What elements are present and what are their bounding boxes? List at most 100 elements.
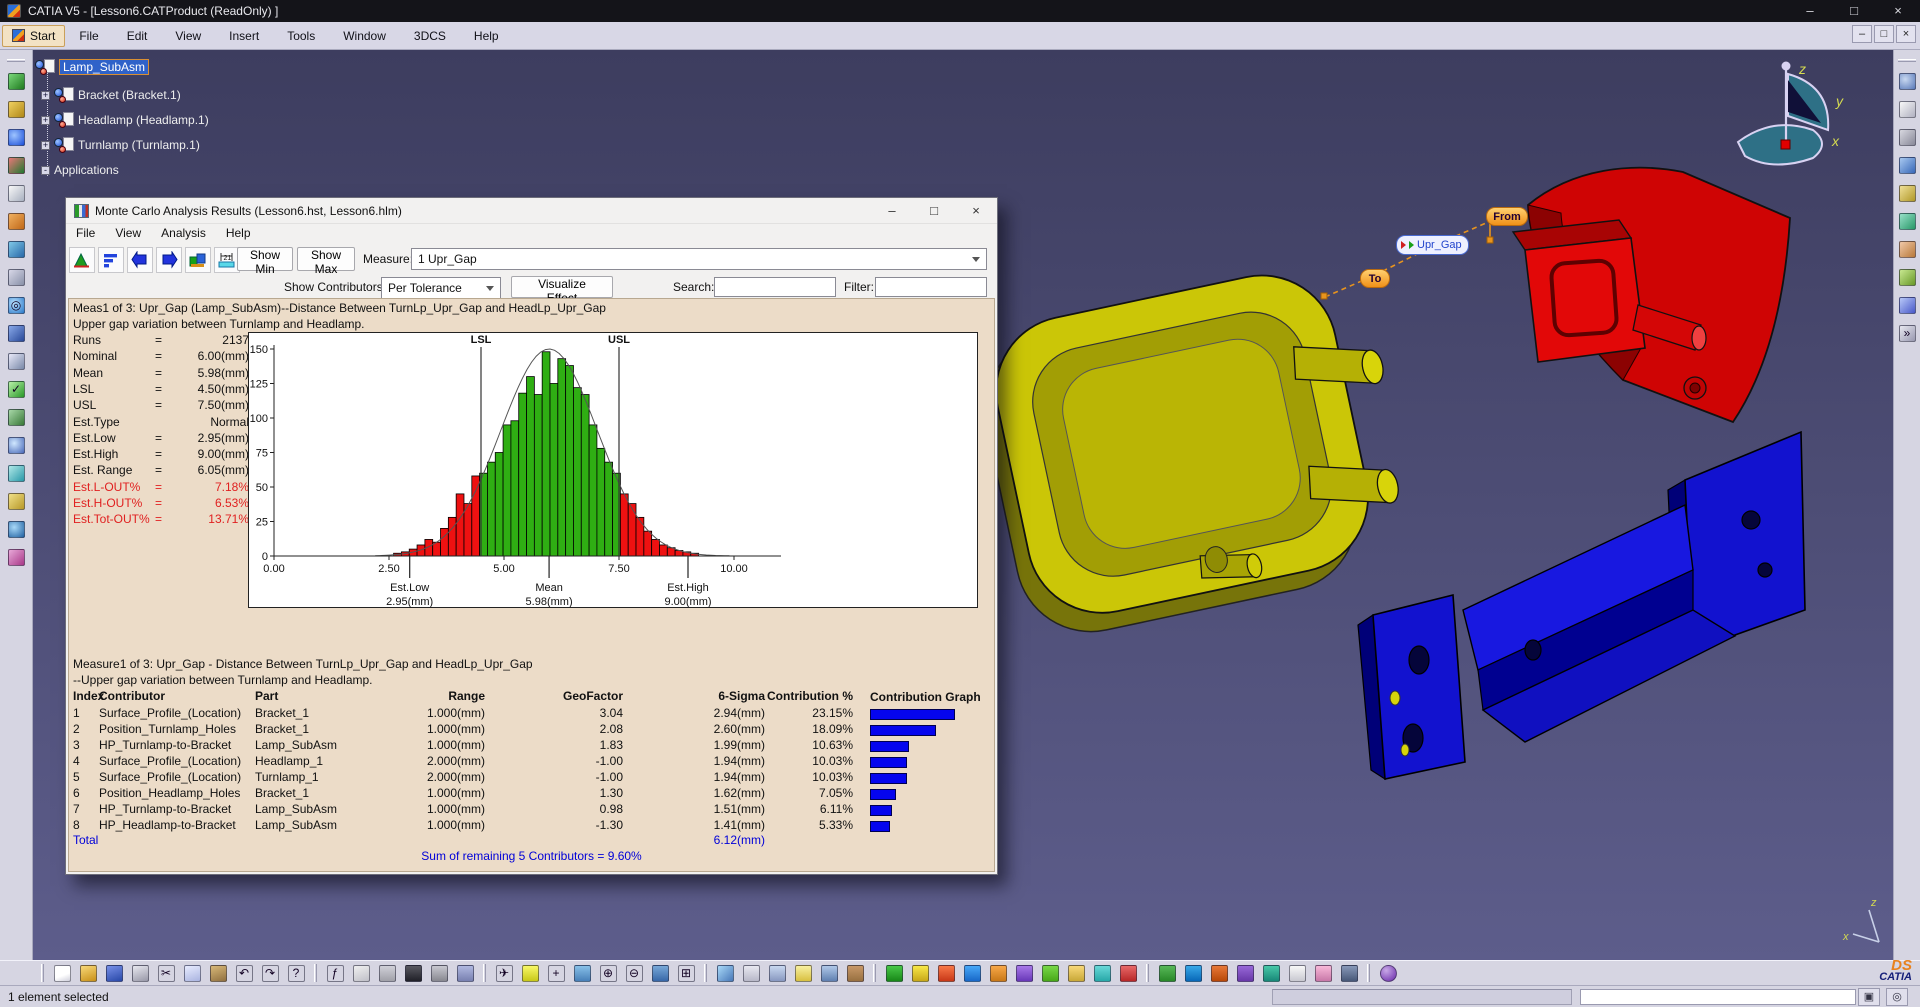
menu-item-window[interactable]: Window (329, 24, 400, 48)
tree-item-label[interactable]: Headlamp (Headlamp.1) (78, 113, 209, 127)
table-row[interactable]: 1 Surface_Profile_(Location) Bracket_1 1.00… (73, 706, 990, 722)
dialog-menu-help[interactable]: Help (216, 224, 261, 244)
equation-icon[interactable] (453, 961, 477, 985)
tree-root-row[interactable]: Lamp_SubAsm (35, 58, 150, 76)
dialog-title-bar[interactable]: Monte Carlo Analysis Results (Lesson6.hs… (66, 198, 997, 224)
visualize-effect-button[interactable]: Visualize Effect (511, 276, 613, 305)
whats-this-icon[interactable]: ? (284, 961, 308, 985)
plane-surface-icon[interactable] (1895, 153, 1919, 177)
menu-item-file[interactable]: File (65, 24, 112, 48)
ruler-icon[interactable] (1895, 181, 1919, 205)
dcs-contributor-icon[interactable] (934, 961, 958, 985)
table-row[interactable]: 3 HP_Turnlamp-to-Bracket Lamp_SubAsm 1.000(… (73, 738, 990, 754)
lock-icon[interactable] (427, 961, 451, 985)
menu-item-3dcs[interactable]: 3DCS (400, 24, 460, 48)
contributors-dropdown[interactable]: Per Tolerance (381, 277, 501, 299)
dcs-report-icon[interactable] (1064, 961, 1088, 985)
section-icon[interactable] (1311, 961, 1335, 985)
formula-icon[interactable]: ƒ (323, 961, 347, 985)
mdi-close-button[interactable]: × (1896, 25, 1916, 43)
dialog-close-button[interactable]: × (955, 198, 997, 224)
dialog-maximize-button[interactable]: □ (913, 198, 955, 224)
zoom-in-icon[interactable]: ⊕ (596, 961, 620, 985)
part-headlamp[interactable] (967, 253, 1424, 645)
previous-measure-icon[interactable] (127, 247, 153, 273)
powercopy-ball-icon[interactable] (1376, 961, 1400, 985)
dialog-menu-file[interactable]: File (66, 224, 105, 244)
search-input[interactable] (714, 277, 836, 297)
swap-visible-icon[interactable] (1337, 961, 1361, 985)
minimize-button[interactable]: – (1788, 0, 1832, 22)
tree-item-label[interactable]: Bracket (Bracket.1) (78, 88, 181, 102)
next-measure-icon[interactable] (156, 247, 182, 273)
view-compass[interactable]: z y x (1736, 61, 1844, 166)
paint-properties-icon[interactable] (4, 545, 28, 569)
dialog-minimize-button[interactable]: – (871, 198, 913, 224)
mdi-minimize-button[interactable]: – (1852, 25, 1872, 43)
existing-component-icon[interactable] (4, 209, 28, 233)
replace-component-icon[interactable] (4, 237, 28, 261)
more-tools-chevron[interactable]: » (1895, 321, 1919, 345)
undo-icon[interactable]: ↶ (232, 961, 256, 985)
tree-expander-icon[interactable]: + (41, 115, 50, 125)
globe-icon[interactable] (4, 517, 28, 541)
product-structure-icon[interactable] (4, 69, 28, 93)
dialog-menu-view[interactable]: View (105, 224, 151, 244)
tree-expander-icon[interactable]: - (41, 165, 50, 175)
comment-icon[interactable] (349, 961, 373, 985)
show-min-button[interactable]: Show Min (237, 247, 293, 276)
from-annotation[interactable]: From (1486, 207, 1528, 226)
ground-icon[interactable] (843, 961, 867, 985)
menu-item-help[interactable]: Help (460, 24, 513, 48)
save-icon[interactable] (102, 961, 126, 985)
zoom-out-icon[interactable]: ⊖ (622, 961, 646, 985)
graph-tree-reorder-icon[interactable] (4, 97, 28, 121)
table-row[interactable]: 6 Position_Headlamp_Holes Bracket_1 1.000(m… (73, 786, 990, 802)
menu-item-insert[interactable]: Insert (215, 24, 273, 48)
multi-view-icon[interactable]: ⊞ (674, 961, 698, 985)
catalog-icon[interactable] (1233, 961, 1257, 985)
graph-list-icon[interactable] (4, 265, 28, 289)
select-dots-icon[interactable] (1895, 69, 1919, 93)
show-max-button[interactable]: Show Max (297, 247, 355, 276)
tree-item-label[interactable]: Applications (54, 163, 119, 177)
depth-effect-icon[interactable] (817, 961, 841, 985)
table-row[interactable]: 2 Position_Turnlamp_Holes Bracket_1 1.000(m… (73, 722, 990, 738)
close-button[interactable]: × (1876, 0, 1920, 22)
histogram-chart[interactable]: 0 25 50 75 100 125 150 0.00 2.50 5.00 7.50 10.00 LSL… (248, 332, 978, 608)
dcs-display-icon[interactable] (1090, 961, 1114, 985)
dcs-moves-icon[interactable] (1012, 961, 1036, 985)
wireframe-view-icon[interactable] (739, 961, 763, 985)
pan-icon[interactable]: + (544, 961, 568, 985)
histogram-view-icon[interactable] (69, 247, 95, 273)
menu-item-start[interactable]: Start (2, 24, 66, 47)
status-search-icon[interactable]: ◎ (1886, 987, 1908, 1006)
validate-check-icon[interactable]: ✓ (4, 377, 28, 401)
dcs-simulation-icon[interactable] (908, 961, 932, 985)
new-component-icon[interactable] (4, 181, 28, 205)
tree-item-row[interactable]: + Turnlamp (Turnlamp.1) (41, 136, 200, 154)
sphere-tool-icon[interactable] (4, 433, 28, 457)
shaded-view-icon[interactable] (713, 961, 737, 985)
to-annotation[interactable]: To (1360, 269, 1390, 288)
menu-item-tools[interactable]: Tools (273, 24, 329, 48)
open-folder-icon[interactable] (76, 961, 100, 985)
measure-item-icon[interactable] (4, 489, 28, 513)
menu-item-edit[interactable]: Edit (113, 24, 162, 48)
dialog-toggle-icon[interactable]: ▣ (1858, 987, 1880, 1006)
dcs-measures-icon[interactable] (1038, 961, 1062, 985)
magnifier-icon[interactable] (4, 349, 28, 373)
gear-tools-icon[interactable] (1895, 125, 1919, 149)
table-row[interactable]: 8 HP_Headlamp-to-Bracket Lamp_SubAsm 1.000(… (73, 818, 990, 834)
camera-view-icon[interactable] (4, 461, 28, 485)
axis-system-icon[interactable] (1895, 209, 1919, 233)
dcs-analysis-icon[interactable] (882, 961, 906, 985)
cursor-arrow-icon[interactable] (1895, 97, 1919, 121)
mechanism-icon[interactable] (4, 405, 28, 429)
fit-all-icon[interactable] (518, 961, 542, 985)
cut-icon[interactable]: ✂ (154, 961, 178, 985)
hidden-line-icon[interactable] (765, 961, 789, 985)
menu-item-view[interactable]: View (161, 24, 215, 48)
print-icon[interactable] (128, 961, 152, 985)
maximize-button[interactable]: □ (1832, 0, 1876, 22)
